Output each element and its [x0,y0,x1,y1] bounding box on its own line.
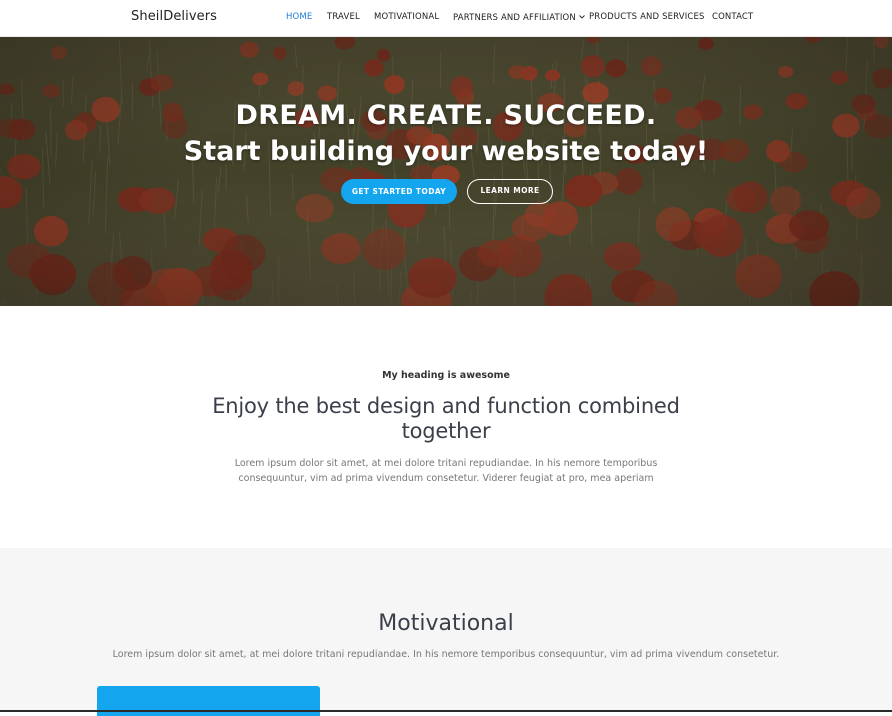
motivational-heading: Motivational [0,610,892,638]
nav-item-motivational[interactable]: MOTIVATIONAL [374,12,439,22]
hero-title: DREAM. CREATE. SUCCEED. [0,98,892,134]
nav-item-partners-label: PARTNERS AND AFFILIATION [453,13,576,23]
intro-kicker: My heading is awesome [0,370,892,381]
main-nav: HOME TRAVEL MOTIVATIONAL PARTNERS AND AF… [0,0,892,37]
learn-more-button[interactable]: LEARN MORE [467,179,553,204]
nav-item-partners[interactable]: PARTNERS AND AFFILIATION [453,12,585,23]
nav-item-contact[interactable]: CONTACT [712,12,753,22]
hero-background-image [0,37,892,306]
hero-section: DREAM. CREATE. SUCCEED. Start building y… [0,37,892,306]
chevron-down-icon [579,12,585,22]
intro-section: My heading is awesome Enjoy the best des… [0,306,892,548]
intro-heading: Enjoy the best design and function combi… [200,394,692,444]
site-header: SheilDelivers HOME TRAVEL MOTIVATIONAL P… [0,0,892,37]
hero-subtitle: Start building your website today! [0,134,892,170]
intro-text: Lorem ipsum dolor sit amet, at mei dolor… [200,456,692,486]
motivational-section: Motivational Lorem ipsum dolor sit amet,… [0,548,892,712]
nav-item-home[interactable]: HOME [286,12,312,22]
nav-item-travel[interactable]: TRAVEL [327,12,360,22]
motivational-text: Lorem ipsum dolor sit amet, at mei dolor… [0,648,892,662]
get-started-button[interactable]: GET STARTED TODAY [341,179,457,204]
nav-item-products[interactable]: PRODUCTS AND SERVICES [589,12,705,22]
